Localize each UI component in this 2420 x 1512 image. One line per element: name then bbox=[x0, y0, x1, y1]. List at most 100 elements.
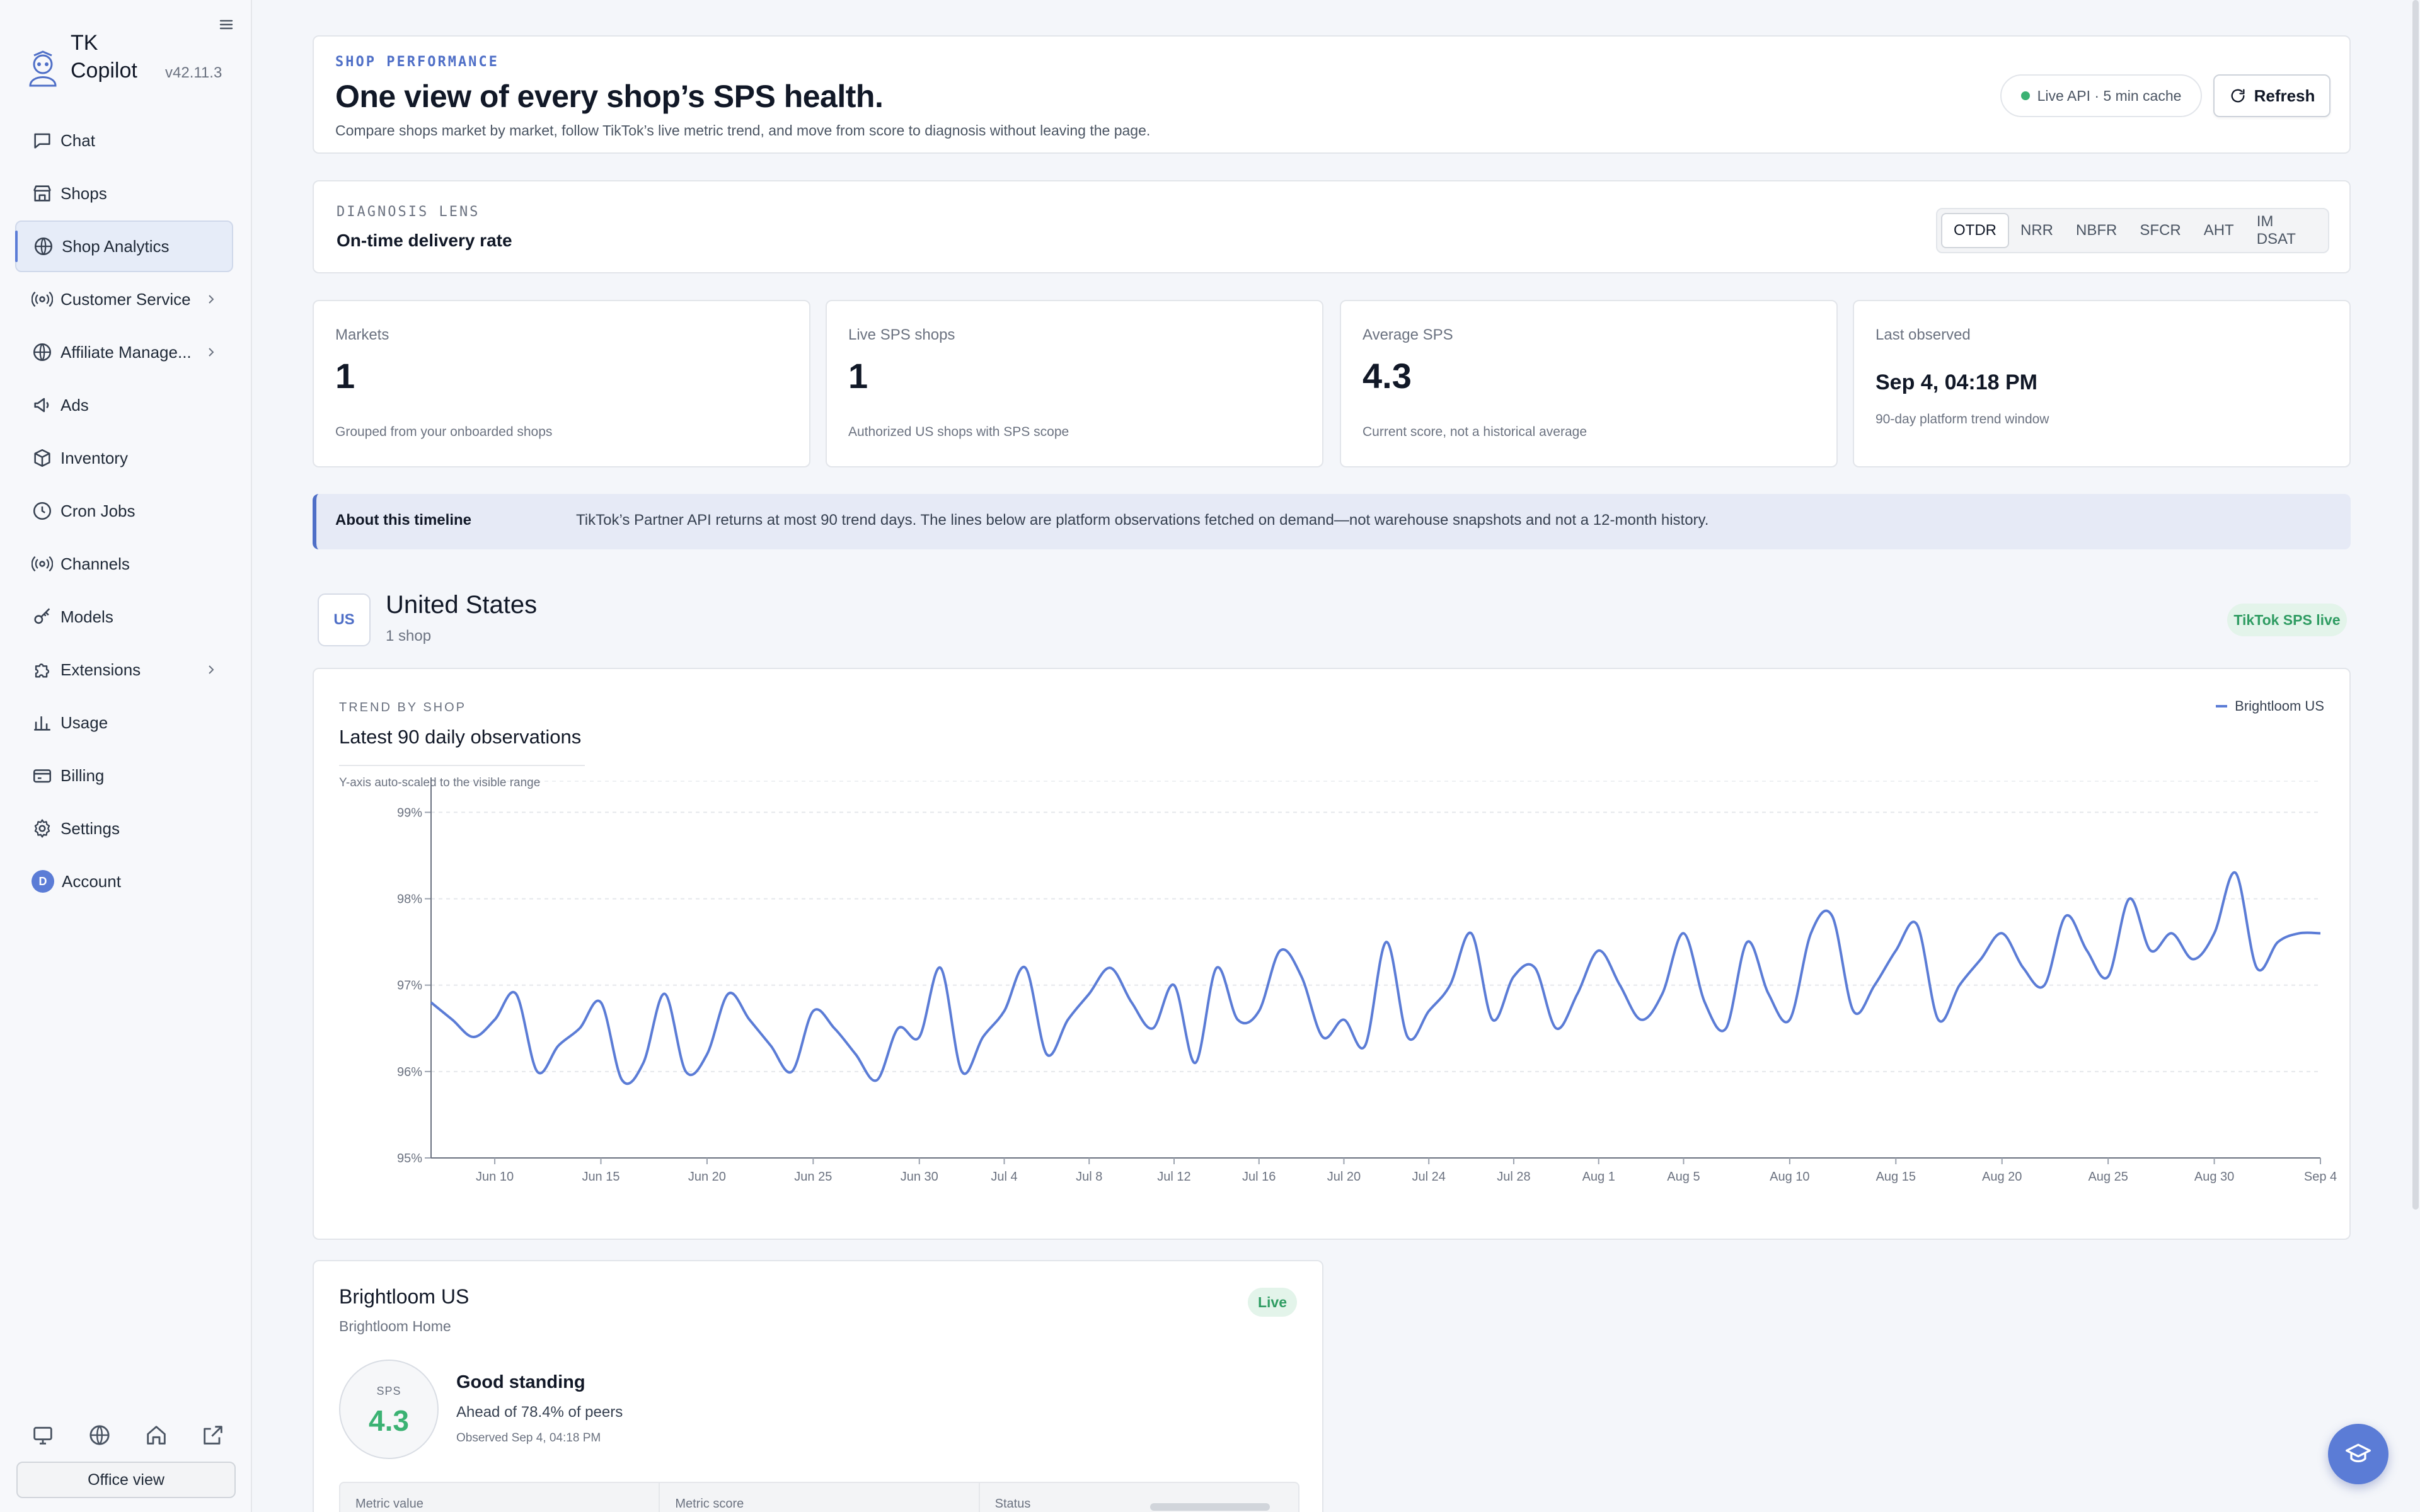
sps-score-label: SPS bbox=[376, 1385, 401, 1397]
globe-icon bbox=[33, 343, 52, 362]
metric-option-sfcr[interactable]: SFCR bbox=[2128, 213, 2192, 248]
x-tick-label: Jul 8 bbox=[1076, 1170, 1102, 1184]
sidebar-item-label: Settings bbox=[60, 818, 120, 838]
chat-icon bbox=[34, 133, 50, 149]
divider bbox=[339, 765, 585, 766]
y-tick-label: 98% bbox=[397, 893, 422, 907]
peers-text: Ahead of 78.4% of peers bbox=[456, 1404, 623, 1421]
sidebar-item-label: Shops bbox=[60, 183, 107, 203]
clock-icon bbox=[33, 501, 52, 520]
legend-swatch bbox=[2216, 705, 2228, 707]
office-view-button[interactable]: Office view bbox=[16, 1462, 236, 1498]
sidebar-item-affiliate-management[interactable]: Affiliate Manage... bbox=[15, 326, 233, 378]
chevron-right-icon[interactable] bbox=[204, 291, 218, 307]
x-tick-label: Jun 15 bbox=[582, 1170, 619, 1184]
metric-table-header: Metric value Metric score Status bbox=[339, 1482, 1299, 1512]
column-header-metric-score: Metric score bbox=[660, 1483, 980, 1512]
metric-selector: OTDR NRR NBFR SFCR AHT IM DSAT bbox=[1936, 208, 2329, 253]
home-icon[interactable] bbox=[144, 1423, 169, 1448]
sidebar-item-label: Customer Service bbox=[60, 289, 191, 309]
sidebar-item-customer-service[interactable]: Customer Service bbox=[15, 273, 233, 325]
stat-value: 1 bbox=[335, 356, 355, 396]
globe-icon[interactable] bbox=[87, 1423, 112, 1448]
bar-chart-icon bbox=[34, 716, 50, 731]
sidebar-item-models[interactable]: Models bbox=[15, 591, 233, 643]
sidebar-footer-icons bbox=[30, 1423, 226, 1450]
sidebar-item-label: Inventory bbox=[60, 448, 128, 467]
shop-card[interactable]: Brightloom US Brightloom Home Live SPS 4… bbox=[313, 1260, 1323, 1512]
market-code-badge: US bbox=[318, 593, 371, 646]
sidebar-item-shops[interactable]: Shops bbox=[15, 168, 233, 219]
broadcast-icon bbox=[32, 556, 53, 572]
sidebar-item-extensions[interactable]: Extensions bbox=[15, 644, 233, 696]
monitor-icon[interactable] bbox=[30, 1423, 55, 1448]
chevron-right-icon[interactable] bbox=[204, 662, 218, 678]
column-header-metric-value: Metric value bbox=[340, 1483, 660, 1512]
metric-option-otdr[interactable]: OTDR bbox=[1941, 213, 2009, 248]
x-tick-label: Jun 30 bbox=[901, 1170, 938, 1184]
sps-live-badge: TikTok SPS live bbox=[2227, 604, 2347, 636]
gear-icon bbox=[34, 819, 50, 838]
standing-text: Good standing bbox=[456, 1372, 585, 1392]
refresh-button[interactable]: Refresh bbox=[2213, 74, 2331, 117]
stat-note: Grouped from your onboarded shops bbox=[335, 425, 553, 439]
box-icon bbox=[34, 449, 50, 467]
metric-option-nrr[interactable]: NRR bbox=[2009, 213, 2065, 248]
sidebar-item-ads[interactable]: Ads bbox=[15, 379, 233, 431]
sidebar-item-channels[interactable]: Channels bbox=[15, 538, 233, 590]
metric-option-aht[interactable]: AHT bbox=[2192, 213, 2245, 248]
series-line-brightloom-us[interactable] bbox=[430, 871, 2321, 1085]
page-scrollbar[interactable] bbox=[2412, 0, 2419, 1210]
x-tick-label: Aug 5 bbox=[1667, 1170, 1700, 1184]
chart-legend[interactable]: Brightloom US bbox=[2216, 698, 2324, 714]
observed-text: Observed Sep 4, 04:18 PM bbox=[456, 1431, 601, 1445]
x-tick-label: Jul 24 bbox=[1412, 1170, 1446, 1184]
x-tick-label: Aug 1 bbox=[1582, 1170, 1615, 1184]
menu-icon[interactable] bbox=[217, 15, 236, 34]
stat-label: Last observed bbox=[1876, 326, 1971, 343]
sidebar-item-label: Models bbox=[60, 607, 113, 626]
app-version: v42.11.3 bbox=[165, 64, 222, 81]
page-header: SHOP PERFORMANCE One view of every shop’… bbox=[313, 35, 2351, 154]
sidebar-item-usage[interactable]: Usage bbox=[15, 697, 233, 748]
brand[interactable]: TK Copilot v42.11.3 bbox=[25, 29, 233, 92]
chart-note: Y-axis auto-scaled to the visible range bbox=[339, 776, 541, 789]
refresh-label: Refresh bbox=[2254, 86, 2315, 105]
sidebar-item-inventory[interactable]: Inventory bbox=[15, 432, 233, 484]
stat-value: 4.3 bbox=[1363, 356, 1412, 396]
metric-option-im-dsat[interactable]: IM DSAT bbox=[2245, 213, 2324, 248]
y-tick-label: 95% bbox=[397, 1152, 422, 1166]
shop-org: Brightloom Home bbox=[339, 1318, 451, 1334]
sidebar-item-settings[interactable]: Settings bbox=[15, 803, 233, 854]
sidebar-item-label: Usage bbox=[60, 713, 108, 732]
chart-title: Latest 90 daily observations bbox=[339, 726, 582, 748]
external-link-icon[interactable] bbox=[200, 1423, 226, 1448]
trend-chart: 95% 96% 97% 98% 99% Jun 10 Jun 15 Jun 20 Jun 25 J… bbox=[397, 777, 2337, 1184]
sidebar-item-account[interactable]: D Account bbox=[15, 856, 233, 907]
y-tick-label: 97% bbox=[397, 979, 422, 993]
x-tick-label: Aug 25 bbox=[2088, 1170, 2128, 1184]
sidebar-item-cron-jobs[interactable]: Cron Jobs bbox=[15, 485, 233, 537]
sidebar: TK Copilot v42.11.3 Chat Shops Shop Anal… bbox=[0, 0, 252, 1512]
graduation-cap-icon bbox=[2346, 1443, 2371, 1463]
sidebar-item-chat[interactable]: Chat bbox=[15, 115, 233, 166]
metric-option-nbfr[interactable]: NBFR bbox=[2065, 213, 2128, 248]
refresh-icon bbox=[2231, 89, 2245, 103]
sidebar-item-label: Cron Jobs bbox=[60, 501, 135, 520]
stat-card-last-observed: Last observed Sep 4, 04:18 PM 90-day pla… bbox=[1853, 300, 2351, 467]
stat-card-average-sps: Average SPS 4.3 Current score, not a his… bbox=[1340, 300, 1838, 467]
stat-label: Markets bbox=[335, 326, 389, 343]
sidebar-nav: Chat Shops Shop Analytics Customer Servi… bbox=[15, 115, 233, 908]
notice-title: About this timeline bbox=[335, 512, 471, 529]
stat-label: Average SPS bbox=[1363, 326, 1453, 343]
broadcast-icon bbox=[32, 291, 53, 307]
y-tick-label: 99% bbox=[397, 806, 422, 820]
help-button[interactable] bbox=[2328, 1424, 2388, 1484]
chevron-right-icon[interactable] bbox=[204, 344, 218, 360]
app-name: TK Copilot bbox=[71, 31, 137, 83]
x-tick-label: Aug 30 bbox=[2194, 1170, 2234, 1184]
sidebar-item-label: Account bbox=[62, 871, 121, 891]
sidebar-item-billing[interactable]: Billing bbox=[15, 750, 233, 801]
sidebar-item-shop-analytics[interactable]: Shop Analytics bbox=[15, 220, 233, 272]
credit-card-icon bbox=[33, 769, 52, 783]
